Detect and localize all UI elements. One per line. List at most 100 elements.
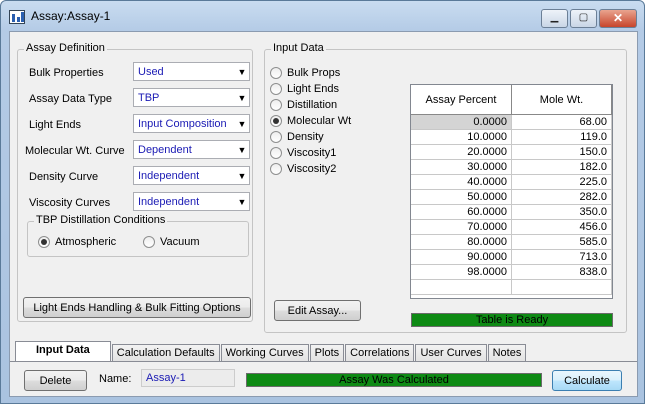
radio-selected-icon [270,115,282,127]
table-row: 0.0000 68.00 [411,115,612,130]
maximize-icon[interactable]: ▢ [570,9,597,28]
assay-definition-legend: Assay Definition [24,42,107,54]
radio-unselected-icon [270,147,282,159]
table-row: 10.0000 119.0 [411,130,612,145]
calculate-button[interactable]: Calculate [552,370,622,391]
assay-window: Assay:Assay-1 ▁ ▢ ✕ Assay Definition Bul… [0,0,645,404]
vacuum-radio[interactable]: Vacuum [143,236,200,248]
edit-assay-button[interactable]: Edit Assay... [274,300,361,321]
table-row-empty [411,280,612,295]
close-icon[interactable]: ✕ [599,9,637,28]
table-cell[interactable]: 713.0 [512,250,612,264]
table-row: 80.0000 585.0 [411,235,612,250]
light-ends-handling-button[interactable]: Light Ends Handling & Bulk Fitting Optio… [23,297,251,318]
bulk-props-radio[interactable]: Bulk Props [270,67,340,79]
table-cell-empty[interactable] [512,280,612,294]
mole-wt-header[interactable]: Mole Wt. [512,85,612,114]
table-cell[interactable]: 10.0000 [411,130,512,144]
bulk-properties-combo[interactable]: Used ▼ [133,62,250,81]
distillation-radio[interactable]: Distillation [270,99,337,111]
table-header: Assay Percent Mole Wt. [411,85,612,115]
table-cell[interactable]: 282.0 [512,190,612,204]
molecular-wt-curve-label: Molecular Wt. Curve [25,145,125,157]
table-row: 20.0000 150.0 [411,145,612,160]
radio-unselected-icon [270,83,282,95]
table-cell[interactable]: 70.0000 [411,220,512,234]
table-cell[interactable]: 60.0000 [411,205,512,219]
tab-correlations[interactable]: Correlations [345,344,415,362]
density-curve-label: Density Curve [29,171,99,183]
tab-working-curves[interactable]: Working Curves [220,344,309,362]
minimize-icon[interactable]: ▁ [541,9,568,28]
table-row: 40.0000 225.0 [411,175,612,190]
table-row: 50.0000 282.0 [411,190,612,205]
chevron-down-icon: ▼ [237,92,247,103]
window-title: Assay:Assay-1 [31,9,111,23]
chevron-down-icon: ▼ [237,118,247,129]
atmospheric-radio[interactable]: Atmospheric [38,236,116,248]
table-cell[interactable]: 150.0 [512,145,612,159]
chart-app-icon [9,10,25,24]
viscosity1-radio[interactable]: Viscosity1 [270,147,336,159]
radio-unselected-icon [270,67,282,79]
radio-selected-icon [38,236,50,248]
table-cell[interactable]: 838.0 [512,265,612,279]
light-ends-label: Light Ends [29,119,81,131]
table-cell[interactable]: 98.0000 [411,265,512,279]
radio-unselected-icon [270,131,282,143]
molecular-wt-curve-combo[interactable]: Dependent ▼ [133,140,250,159]
table-cell[interactable]: 350.0 [512,205,612,219]
table-cell[interactable]: 68.00 [512,115,612,129]
assay-data-type-label: Assay Data Type [29,93,112,105]
viscosity-curves-label: Viscosity Curves [29,197,111,209]
table-cell[interactable]: 182.0 [512,160,612,174]
table-cell[interactable]: 456.0 [512,220,612,234]
tab-user-curves[interactable]: User Curves [415,344,487,362]
table-cell[interactable]: 90.0000 [411,250,512,264]
assay-percent-header[interactable]: Assay Percent [411,85,512,114]
viscosity-curves-combo[interactable]: Independent ▼ [133,192,250,211]
tab-strip: Input Data Calculation Defaults Working … [15,341,527,362]
table-cell[interactable]: 50.0000 [411,190,512,204]
table-cell[interactable]: 225.0 [512,175,612,189]
table-cell[interactable]: 80.0000 [411,235,512,249]
viscosity2-radio[interactable]: Viscosity2 [270,163,336,175]
title-bar[interactable]: Assay:Assay-1 ▁ ▢ ✕ [1,1,644,31]
table-status-bar: Table is Ready [411,313,613,327]
table-row: 98.0000 838.0 [411,265,612,280]
density-radio[interactable]: Density [270,131,324,143]
table-row: 30.0000 182.0 [411,160,612,175]
table-cell[interactable]: 585.0 [512,235,612,249]
name-field[interactable]: Assay-1 [141,369,235,387]
density-curve-combo[interactable]: Independent ▼ [133,166,250,185]
radio-unselected-icon [143,236,155,248]
chevron-down-icon: ▼ [237,170,247,181]
tab-divider [10,361,637,362]
radio-unselected-icon [270,99,282,111]
table-cell[interactable]: 0.0000 [411,115,512,129]
tab-notes[interactable]: Notes [487,344,527,362]
tab-calculation-defaults[interactable]: Calculation Defaults [111,344,220,362]
table-cell[interactable]: 119.0 [512,130,612,144]
table-cell[interactable]: 20.0000 [411,145,512,159]
table-row: 60.0000 350.0 [411,205,612,220]
light-ends-radio[interactable]: Light Ends [270,83,339,95]
input-data-legend: Input Data [271,42,326,54]
tbp-conditions-legend: TBP Distillation Conditions [34,214,168,226]
table-row: 70.0000 456.0 [411,220,612,235]
tab-input-data[interactable]: Input Data [15,341,111,362]
light-ends-combo[interactable]: Input Composition ▼ [133,114,250,133]
assay-status-bar: Assay Was Calculated [246,373,542,387]
delete-button[interactable]: Delete [24,370,87,391]
assay-data-table[interactable]: Assay Percent Mole Wt. 0.0000 68.00 10.00… [410,84,613,299]
assay-data-type-combo[interactable]: TBP ▼ [133,88,250,107]
table-cell[interactable]: 30.0000 [411,160,512,174]
table-cell[interactable]: 40.0000 [411,175,512,189]
tab-plots[interactable]: Plots [309,344,345,362]
name-label: Name: [99,373,132,385]
chevron-down-icon: ▼ [237,66,247,77]
chevron-down-icon: ▼ [237,196,247,207]
molecular-wt-radio[interactable]: Molecular Wt [270,115,351,127]
bulk-properties-label: Bulk Properties [29,67,104,79]
table-cell-empty[interactable] [411,280,512,294]
